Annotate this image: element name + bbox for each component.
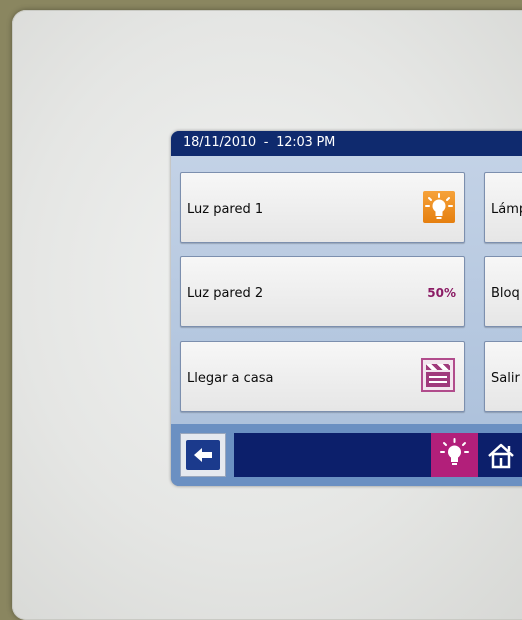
tile-bloqueo[interactable]: Bloq xyxy=(484,256,522,327)
clapperboard-icon xyxy=(421,358,455,392)
lightbulb-icon xyxy=(423,191,455,223)
tile-label: Lámp xyxy=(491,202,522,217)
tile-label: Bloq xyxy=(491,286,520,301)
home-button[interactable] xyxy=(481,433,522,477)
control-grid: Luz pared 1 Lámp xyxy=(171,156,522,424)
tile-label: Luz pared 1 xyxy=(187,202,264,217)
tile-label: Llegar a casa xyxy=(187,371,274,386)
tile-luz-pared-2[interactable]: Luz pared 2 50% xyxy=(180,256,465,327)
datetime-label: 18/11/2010 - 12:03 PM xyxy=(183,135,336,150)
arrow-left-icon xyxy=(186,440,220,470)
bottom-nav xyxy=(171,424,522,486)
home-icon xyxy=(481,443,522,481)
dimmer-level: 50% xyxy=(427,286,456,300)
tile-lampara[interactable]: Lámp xyxy=(484,172,522,243)
tile-salir[interactable]: Salir xyxy=(484,341,522,412)
touch-screen: 18/11/2010 - 12:03 PM Luz pared 1 Lám Lu… xyxy=(171,131,522,486)
lightbulb-icon xyxy=(431,438,478,481)
lights-button[interactable] xyxy=(431,433,478,477)
status-bar: 18/11/2010 - 12:03 PM xyxy=(171,131,522,156)
tile-label: Luz pared 2 xyxy=(187,286,264,301)
back-button[interactable] xyxy=(180,433,226,477)
tile-llegar-a-casa[interactable]: Llegar a casa xyxy=(180,341,465,412)
nav-strip xyxy=(234,433,522,477)
tile-luz-pared-1[interactable]: Luz pared 1 xyxy=(180,172,465,243)
tile-label: Salir xyxy=(491,371,520,386)
